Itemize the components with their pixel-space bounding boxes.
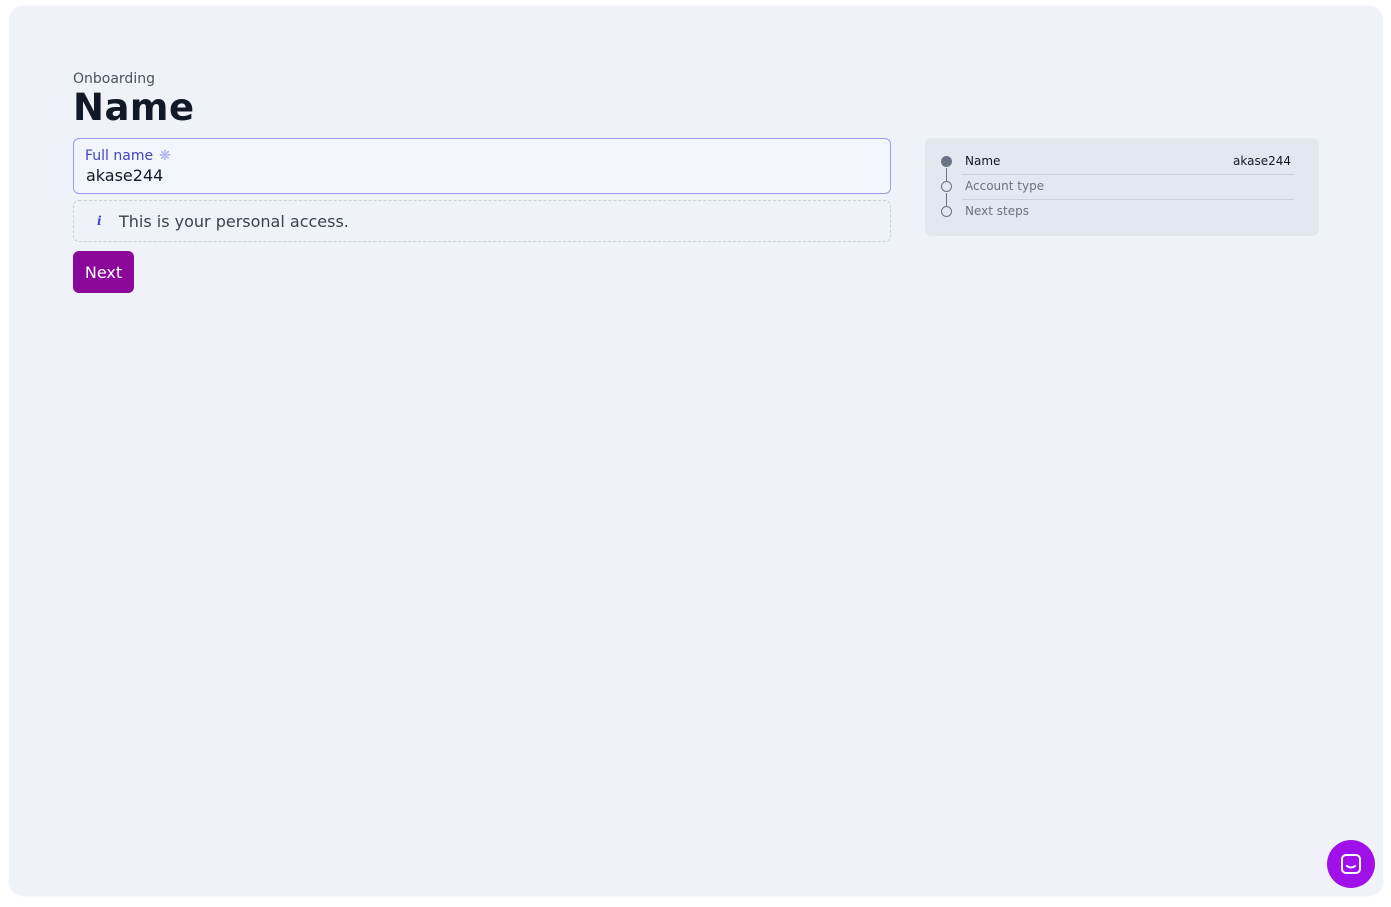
info-icon: i [97, 214, 102, 228]
step-active-dot-icon [941, 156, 952, 167]
full-name-label-text: Full name [85, 148, 154, 164]
step-pending-dot-icon [941, 181, 952, 192]
full-name-input[interactable] [86, 166, 866, 185]
page-title: Name [73, 86, 195, 129]
step-next-steps[interactable]: Next steps [925, 199, 1319, 224]
chat-launcher-button[interactable] [1327, 840, 1375, 888]
chat-icon [1341, 854, 1361, 874]
full-name-label: Full name ❋ [85, 148, 171, 164]
hint-box: i This is your personal access. [73, 200, 891, 242]
step-label: Name [965, 154, 1001, 168]
progress-stepper: Name akase244 Account type Next steps [925, 138, 1319, 236]
step-value: akase244 [1233, 154, 1291, 168]
full-name-field[interactable]: Full name ❋ [73, 138, 891, 194]
step-label: Account type [965, 179, 1045, 193]
breadcrumb: Onboarding [73, 71, 155, 87]
step-label: Next steps [965, 204, 1029, 218]
page-container: Onboarding Name Full name ❋ i This is yo… [9, 6, 1383, 896]
asterisk-icon: ❋ [159, 148, 171, 164]
step-pending-dot-icon [941, 206, 952, 217]
step-account-type[interactable]: Account type [925, 174, 1319, 199]
step-name[interactable]: Name akase244 [925, 149, 1319, 174]
hint-text: This is your personal access. [119, 211, 349, 231]
next-button[interactable]: Next [73, 251, 134, 293]
